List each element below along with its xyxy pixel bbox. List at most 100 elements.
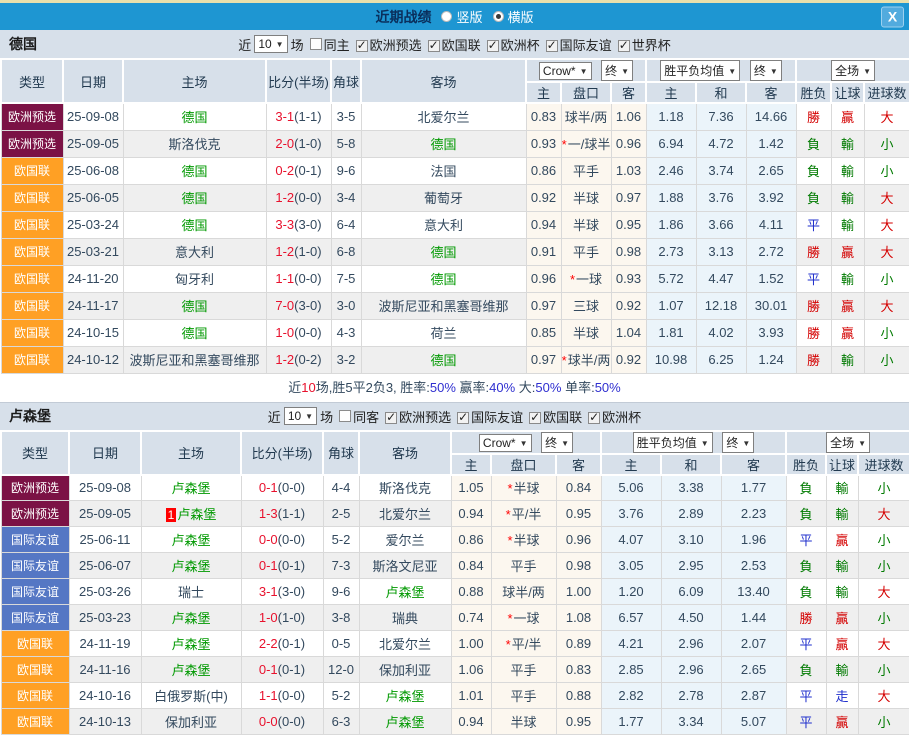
crow-home-odds: 1.01 (451, 683, 491, 709)
goals-mark: 小 (864, 157, 909, 184)
away-team: 瑞典 (359, 605, 451, 631)
league-checkbox[interactable] (356, 40, 368, 52)
league-badge: 欧国联 (1, 709, 69, 735)
corners: 3-8 (323, 605, 359, 631)
away-team-name: 波斯尼亚和黑塞哥维那 (378, 299, 508, 314)
crow-away-odds: 1.06 (611, 103, 646, 130)
halftime-score: (1-0) (294, 136, 321, 151)
home-team: 卢森堡 (141, 527, 241, 553)
match-row: 欧洲预选25-09-08德国3-1(1-1)3-5北爱尔兰0.83球半/两1.0… (1, 103, 909, 130)
avg-away: 2.07 (721, 631, 786, 657)
same-away-checkbox[interactable] (339, 410, 351, 422)
star-mark: * (562, 353, 567, 368)
star-mark: * (507, 611, 512, 626)
match-count-select[interactable]: 10 (284, 407, 317, 425)
league-badge: 欧国联 (1, 184, 63, 211)
score: 0-0(0-0) (241, 527, 323, 553)
handicap: *半球 (491, 475, 556, 501)
crow-home-odds: 0.93 (526, 130, 561, 157)
col-goals: 进球数 (864, 82, 909, 103)
goals-mark: 大 (858, 501, 909, 527)
match-date: 25-09-08 (69, 475, 141, 501)
halftime-score: (0-1) (278, 662, 305, 677)
final-avg-select[interactable]: 终 (722, 432, 754, 453)
match-count-select[interactable]: 10 (254, 35, 287, 53)
league-checkbox[interactable] (385, 412, 397, 424)
radio-horizontal-layout[interactable] (493, 11, 504, 22)
handicap-result-mark: 輸 (826, 553, 858, 579)
away-team: 卢森堡 (359, 709, 451, 735)
result-mark: 勝 (786, 605, 826, 631)
score: 1-0(1-0) (241, 605, 323, 631)
score: 3-1(3-0) (241, 579, 323, 605)
crow-away-odds: 1.04 (611, 319, 646, 346)
match-date: 25-09-08 (63, 103, 123, 130)
home-team: 德国 (123, 103, 266, 130)
league-checkbox-label: 欧洲杯 (501, 38, 540, 53)
goals-mark: 小 (858, 475, 909, 501)
home-team-name: 匈牙利 (175, 272, 214, 287)
league-checkbox[interactable] (588, 412, 600, 424)
summary-text: 50% (430, 380, 456, 395)
handicap-result-mark: 輸 (826, 501, 858, 527)
final-odds-select[interactable]: 终 (601, 60, 633, 81)
avg-group-header: 胜平负均值 终 (646, 59, 796, 82)
avg-home: 1.88 (646, 184, 696, 211)
handicap: 平手 (491, 683, 556, 709)
star-mark: * (507, 481, 512, 496)
crow-away-odds: 0.96 (611, 130, 646, 157)
handicap-result-mark: 走 (826, 683, 858, 709)
away-team-name: 德国 (430, 137, 456, 152)
away-team: 葡萄牙 (361, 184, 526, 211)
league-checkbox[interactable] (618, 40, 630, 52)
scope-select[interactable]: 全场 (831, 60, 875, 81)
handicap-text: 半球 (573, 218, 599, 233)
wdl-avg-select[interactable]: 胜平负均值 (633, 432, 713, 453)
handicap-result-mark: 贏 (831, 292, 864, 319)
league-checkbox[interactable] (428, 40, 440, 52)
handicap: *平/半 (491, 501, 556, 527)
avg-home: 2.85 (601, 657, 661, 683)
league-checkbox[interactable] (487, 40, 499, 52)
near-label: 近 (268, 407, 281, 426)
crow-away-odds: 1.08 (556, 605, 601, 631)
col-handicap: 盘口 (491, 454, 556, 475)
scope-select[interactable]: 全场 (826, 432, 870, 453)
final-odds-select[interactable]: 终 (541, 432, 573, 453)
away-team: 卢森堡 (359, 683, 451, 709)
handicap-result-mark: 贏 (826, 605, 858, 631)
col-avg-draw: 和 (696, 82, 746, 103)
wdl-avg-select[interactable]: 胜平负均值 (660, 60, 740, 81)
home-team-name: 卢森堡 (171, 533, 210, 548)
match-row: 欧国联24-10-13保加利亚0-0(0-0)6-3卢森堡0.94半球0.951… (1, 709, 909, 735)
avg-home: 1.81 (646, 319, 696, 346)
handicap-text: 半球 (573, 326, 599, 341)
goals-mark: 大 (864, 238, 909, 265)
handicap: 平手 (491, 657, 556, 683)
goals-mark: 小 (864, 346, 909, 373)
matches-table-luxembourg: 类型 日期 主场 比分(半场) 角球 客场 Crow* 终 胜平负均值 终 全场… (0, 430, 909, 736)
league-checkbox[interactable] (457, 412, 469, 424)
avg-draw: 4.50 (661, 605, 721, 631)
crow-away-odds: 1.03 (611, 157, 646, 184)
league-checkbox[interactable] (529, 412, 541, 424)
league-badge: 欧国联 (1, 657, 69, 683)
corners: 5-8 (331, 130, 361, 157)
final-avg-select[interactable]: 终 (750, 60, 782, 81)
crow-home-odds: 1.00 (451, 631, 491, 657)
home-team-name: 德国 (181, 164, 207, 179)
avg-draw: 2.95 (661, 553, 721, 579)
league-checkbox[interactable] (546, 40, 558, 52)
halftime-score: (3-0) (278, 584, 305, 599)
halftime-score: (0-0) (294, 325, 321, 340)
result-mark: 勝 (796, 292, 831, 319)
same-home-checkbox[interactable] (310, 38, 322, 50)
close-icon[interactable]: X (881, 6, 904, 27)
handicap-result-mark: 輸 (826, 657, 858, 683)
handicap-text: 一球 (514, 611, 540, 626)
bookmaker-select[interactable]: Crow* (479, 434, 532, 452)
radio-vertical-layout[interactable] (441, 11, 452, 22)
crow-away-odds: 0.96 (556, 527, 601, 553)
bookmaker-select[interactable]: Crow* (539, 62, 592, 80)
section-header-germany: 德国 近 10 场 同主 欧洲预选欧国联欧洲杯国际友谊世界杯 (0, 30, 909, 58)
